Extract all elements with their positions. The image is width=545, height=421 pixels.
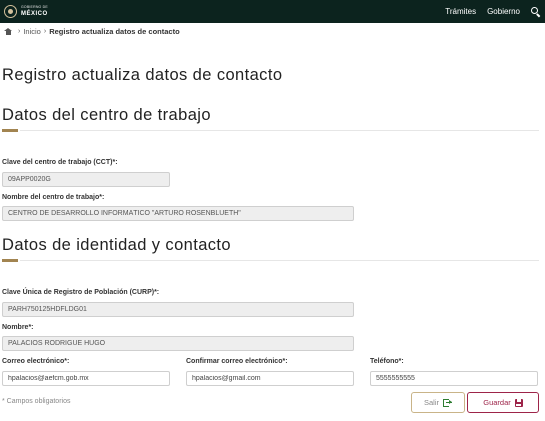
breadcrumb-separator: › [18, 27, 21, 35]
floppy-disk-icon [514, 398, 523, 407]
save-button-label: Guardar [483, 398, 511, 407]
breadcrumb-current: Registro actualiza datos de contacto [49, 26, 180, 36]
national-seal-icon [4, 5, 17, 18]
section-divider [20, 260, 539, 261]
gobierno-mexico-logo[interactable]: GOBIERNO DE MÉXICO [4, 3, 48, 20]
section-accent-bar [2, 129, 18, 132]
email-label: Correo electrónico*: [2, 358, 70, 365]
logo-text: GOBIERNO DE MÉXICO [21, 6, 48, 17]
page-title: Registro actualiza datos de contacto [2, 66, 283, 84]
home-icon[interactable] [4, 27, 12, 35]
phone-label: Teléfono*: [370, 358, 404, 365]
section-title-workplace: Datos del centro de trabajo [2, 106, 211, 124]
nombre-field[interactable] [2, 336, 354, 351]
email-field[interactable] [2, 371, 170, 386]
cct-field[interactable] [2, 172, 170, 187]
section-divider [20, 130, 539, 131]
curp-field[interactable] [2, 302, 354, 317]
email-confirm-field[interactable] [186, 371, 354, 386]
save-button[interactable]: Guardar [467, 392, 539, 413]
workplace-name-field[interactable] [2, 206, 354, 221]
top-navbar: GOBIERNO DE MÉXICO Trámites Gobierno [0, 0, 545, 23]
exit-button-label: Salir [423, 398, 439, 407]
exit-button[interactable]: Salir [411, 392, 465, 413]
phone-field[interactable] [370, 371, 538, 386]
main-nav: Trámites Gobierno [445, 0, 541, 23]
email-confirm-label: Confirmar correo electrónico*: [186, 358, 288, 365]
cct-label: Clave del centro de trabajo (CCT)*: [2, 159, 118, 166]
breadcrumb-separator: › [43, 27, 47, 35]
curp-label: Clave Única de Registro de Población (CU… [2, 289, 160, 296]
logo-big-text: MÉXICO [21, 10, 48, 17]
required-fields-note: * Campos obligatorios [2, 398, 71, 405]
logo-small-text: GOBIERNO DE [21, 5, 48, 10]
nombre-label: Nombre*: [2, 324, 34, 331]
breadcrumb-inicio[interactable]: Inicio [23, 27, 41, 36]
search-icon[interactable] [531, 6, 541, 17]
sign-out-icon [443, 398, 452, 407]
breadcrumb: › Inicio › Registro actualiza datos de c… [4, 26, 180, 36]
section-title-identity: Datos de identidad y contacto [2, 236, 231, 254]
workplace-name-label: Nombre del centro de trabajo*: [2, 194, 105, 201]
section-accent-bar [2, 259, 18, 262]
nav-gobierno[interactable]: Gobierno [487, 7, 520, 16]
nav-tramites[interactable]: Trámites [445, 7, 476, 16]
